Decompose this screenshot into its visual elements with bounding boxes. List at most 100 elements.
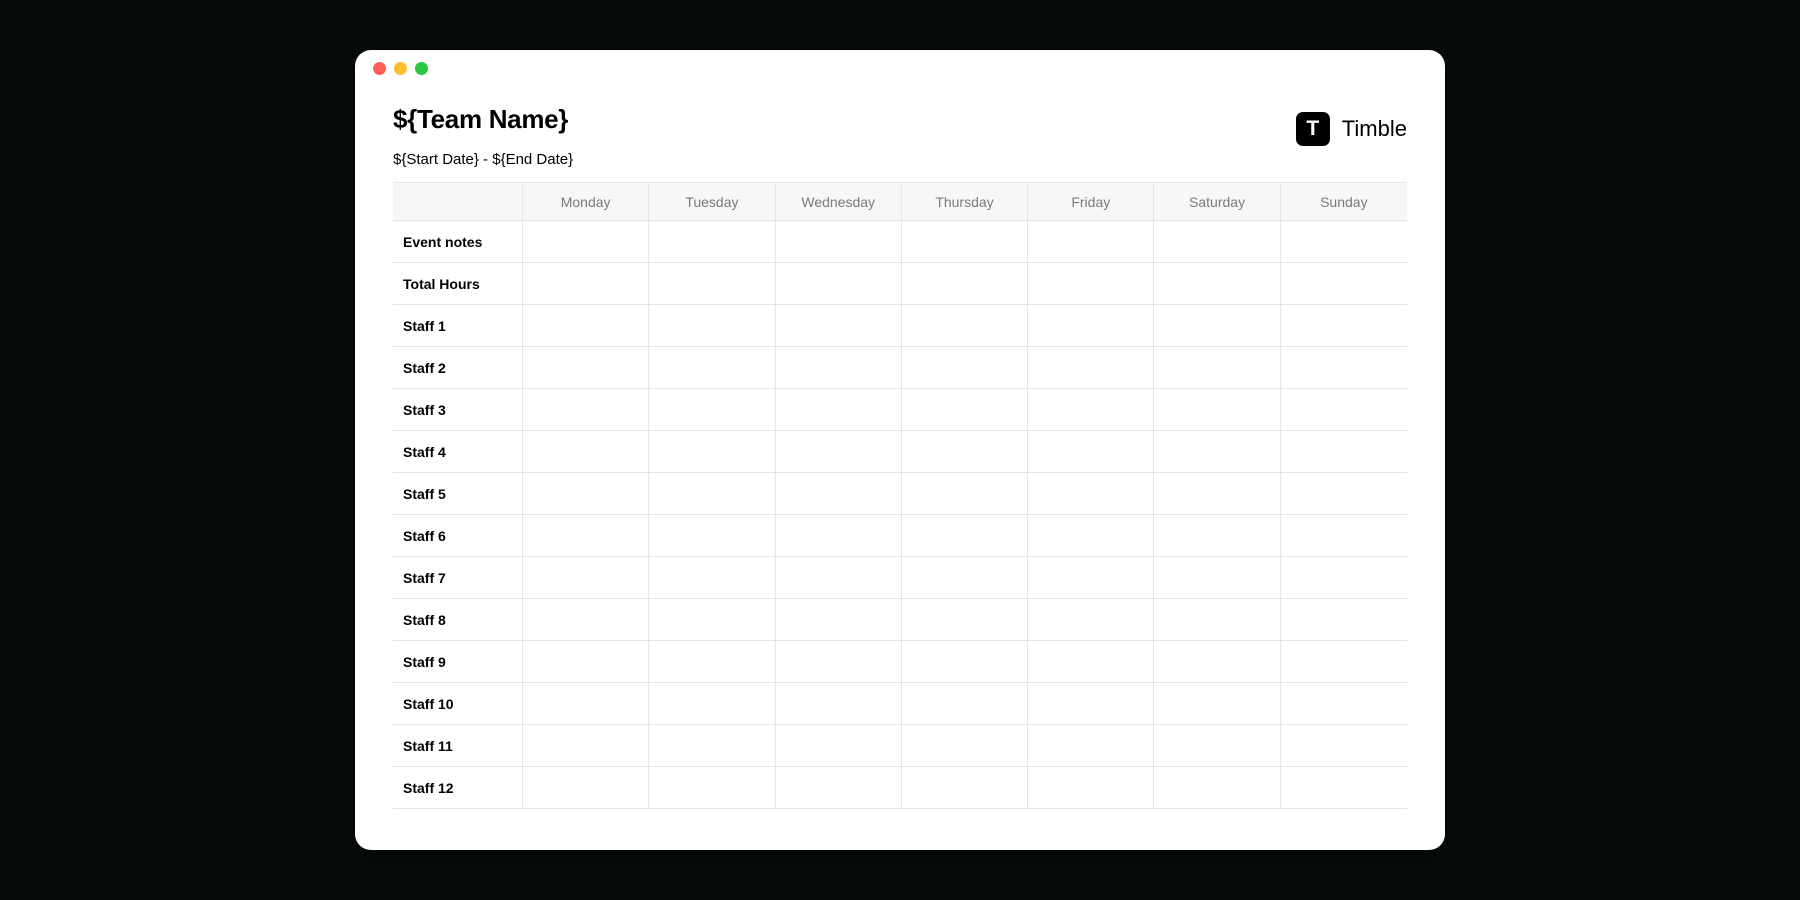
cell[interactable] bbox=[1281, 557, 1407, 598]
cell[interactable] bbox=[649, 767, 775, 808]
cell[interactable] bbox=[902, 263, 1028, 304]
cell[interactable] bbox=[1154, 221, 1280, 262]
cell[interactable] bbox=[1028, 599, 1154, 640]
cell[interactable] bbox=[1154, 389, 1280, 430]
cell[interactable] bbox=[649, 263, 775, 304]
cell[interactable] bbox=[776, 599, 902, 640]
cell[interactable] bbox=[776, 263, 902, 304]
cell[interactable] bbox=[649, 389, 775, 430]
cell[interactable] bbox=[1028, 557, 1154, 598]
cell[interactable] bbox=[902, 515, 1028, 556]
cell[interactable] bbox=[649, 221, 775, 262]
cell[interactable] bbox=[523, 221, 649, 262]
cell[interactable] bbox=[1281, 515, 1407, 556]
cell[interactable] bbox=[1028, 221, 1154, 262]
cell[interactable] bbox=[1154, 641, 1280, 682]
cell[interactable] bbox=[1154, 725, 1280, 766]
cell[interactable] bbox=[902, 767, 1028, 808]
cell[interactable] bbox=[1028, 641, 1154, 682]
cell[interactable] bbox=[649, 515, 775, 556]
cell[interactable] bbox=[1281, 683, 1407, 724]
cell[interactable] bbox=[902, 347, 1028, 388]
cell[interactable] bbox=[523, 263, 649, 304]
cell[interactable] bbox=[1281, 599, 1407, 640]
cell[interactable] bbox=[1028, 683, 1154, 724]
cell[interactable] bbox=[649, 305, 775, 346]
cell[interactable] bbox=[523, 725, 649, 766]
cell[interactable] bbox=[902, 389, 1028, 430]
cell[interactable] bbox=[1281, 389, 1407, 430]
cell[interactable] bbox=[1028, 515, 1154, 556]
cell[interactable] bbox=[902, 725, 1028, 766]
cell[interactable] bbox=[1154, 515, 1280, 556]
cell[interactable] bbox=[776, 683, 902, 724]
cell[interactable] bbox=[523, 347, 649, 388]
cell[interactable] bbox=[1028, 767, 1154, 808]
cell[interactable] bbox=[902, 221, 1028, 262]
cell[interactable] bbox=[1281, 305, 1407, 346]
cell[interactable] bbox=[902, 641, 1028, 682]
cell[interactable] bbox=[523, 515, 649, 556]
cell[interactable] bbox=[649, 599, 775, 640]
cell[interactable] bbox=[523, 557, 649, 598]
cell[interactable] bbox=[523, 305, 649, 346]
cell[interactable] bbox=[1281, 347, 1407, 388]
cell[interactable] bbox=[776, 389, 902, 430]
window-zoom-button[interactable] bbox=[415, 62, 428, 75]
cell[interactable] bbox=[902, 305, 1028, 346]
cell[interactable] bbox=[523, 389, 649, 430]
cell[interactable] bbox=[1154, 347, 1280, 388]
cell[interactable] bbox=[1028, 431, 1154, 472]
cell[interactable] bbox=[649, 641, 775, 682]
cell[interactable] bbox=[902, 599, 1028, 640]
cell[interactable] bbox=[776, 641, 902, 682]
cell[interactable] bbox=[776, 221, 902, 262]
cell[interactable] bbox=[523, 473, 649, 514]
cell[interactable] bbox=[1154, 599, 1280, 640]
cell[interactable] bbox=[776, 347, 902, 388]
cell[interactable] bbox=[902, 683, 1028, 724]
cell[interactable] bbox=[523, 767, 649, 808]
cell[interactable] bbox=[1154, 683, 1280, 724]
cell[interactable] bbox=[523, 431, 649, 472]
cell[interactable] bbox=[649, 473, 775, 514]
cell[interactable] bbox=[1281, 641, 1407, 682]
window-minimize-button[interactable] bbox=[394, 62, 407, 75]
cell[interactable] bbox=[1281, 767, 1407, 808]
cell[interactable] bbox=[1281, 263, 1407, 304]
cell[interactable] bbox=[902, 431, 1028, 472]
cell[interactable] bbox=[776, 557, 902, 598]
cell[interactable] bbox=[902, 557, 1028, 598]
cell[interactable] bbox=[902, 473, 1028, 514]
window-close-button[interactable] bbox=[373, 62, 386, 75]
cell[interactable] bbox=[776, 515, 902, 556]
cell[interactable] bbox=[649, 347, 775, 388]
cell[interactable] bbox=[1028, 473, 1154, 514]
cell[interactable] bbox=[1154, 473, 1280, 514]
cell[interactable] bbox=[1154, 431, 1280, 472]
cell[interactable] bbox=[1281, 473, 1407, 514]
cell[interactable] bbox=[1281, 431, 1407, 472]
cell[interactable] bbox=[649, 557, 775, 598]
cell[interactable] bbox=[1154, 263, 1280, 304]
cell[interactable] bbox=[1281, 725, 1407, 766]
cell[interactable] bbox=[1028, 263, 1154, 304]
cell[interactable] bbox=[649, 431, 775, 472]
cell[interactable] bbox=[1281, 221, 1407, 262]
cell[interactable] bbox=[523, 641, 649, 682]
cell[interactable] bbox=[1028, 725, 1154, 766]
cell[interactable] bbox=[776, 473, 902, 514]
cell[interactable] bbox=[1028, 347, 1154, 388]
cell[interactable] bbox=[776, 431, 902, 472]
cell[interactable] bbox=[523, 599, 649, 640]
cell[interactable] bbox=[1154, 767, 1280, 808]
cell[interactable] bbox=[776, 305, 902, 346]
cell[interactable] bbox=[1154, 557, 1280, 598]
cell[interactable] bbox=[649, 725, 775, 766]
cell[interactable] bbox=[649, 683, 775, 724]
cell[interactable] bbox=[1028, 389, 1154, 430]
cell[interactable] bbox=[1154, 305, 1280, 346]
cell[interactable] bbox=[776, 767, 902, 808]
cell[interactable] bbox=[1028, 305, 1154, 346]
cell[interactable] bbox=[776, 725, 902, 766]
